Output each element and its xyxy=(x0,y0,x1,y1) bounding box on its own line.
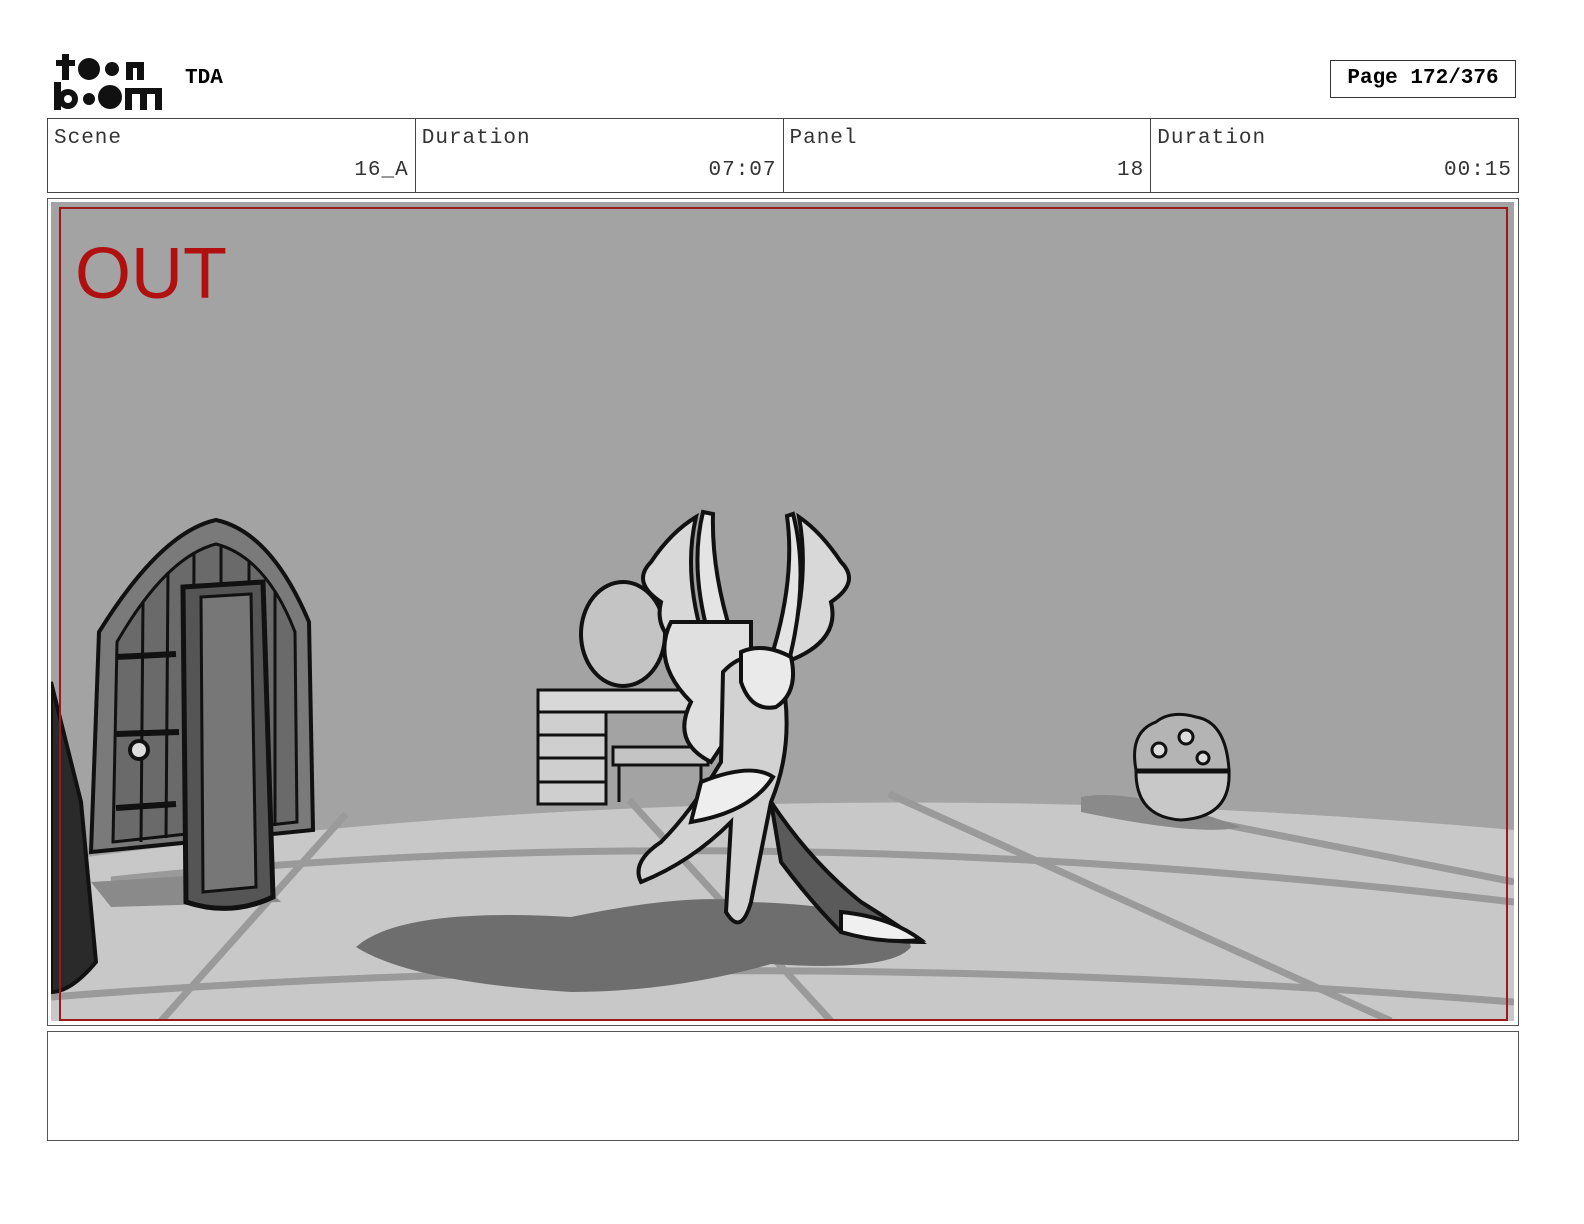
storyboard-panel: OUT xyxy=(47,198,1519,1026)
panel-value: 18 xyxy=(1117,159,1145,182)
scene-label: Scene xyxy=(54,127,123,150)
panel-duration-cell: Duration 00:15 xyxy=(1151,119,1518,192)
panel-duration-label: Duration xyxy=(1157,127,1267,150)
scene-duration-value: 07:07 xyxy=(708,159,777,182)
scene-cell: Scene 16_A xyxy=(48,119,416,192)
transition-label: OUT xyxy=(75,234,227,314)
scene-duration-cell: Duration 07:07 xyxy=(416,119,784,192)
panel-label: Panel xyxy=(789,127,858,150)
project-title: TDA xyxy=(185,67,223,90)
panel-info-bar: Scene 16_A Duration 07:07 Panel 18 Durat… xyxy=(47,118,1519,193)
page-number: Page 172/376 xyxy=(1330,60,1516,98)
panel-drawing: OUT xyxy=(51,202,1514,1021)
panel-notes[interactable] xyxy=(47,1031,1519,1141)
panel-duration-value: 00:15 xyxy=(1443,159,1512,182)
panel-cell: Panel 18 xyxy=(784,119,1152,192)
scene-value: 16_A xyxy=(354,159,409,182)
scene-duration-label: Duration xyxy=(421,127,531,150)
toonboom-logo xyxy=(54,54,162,110)
